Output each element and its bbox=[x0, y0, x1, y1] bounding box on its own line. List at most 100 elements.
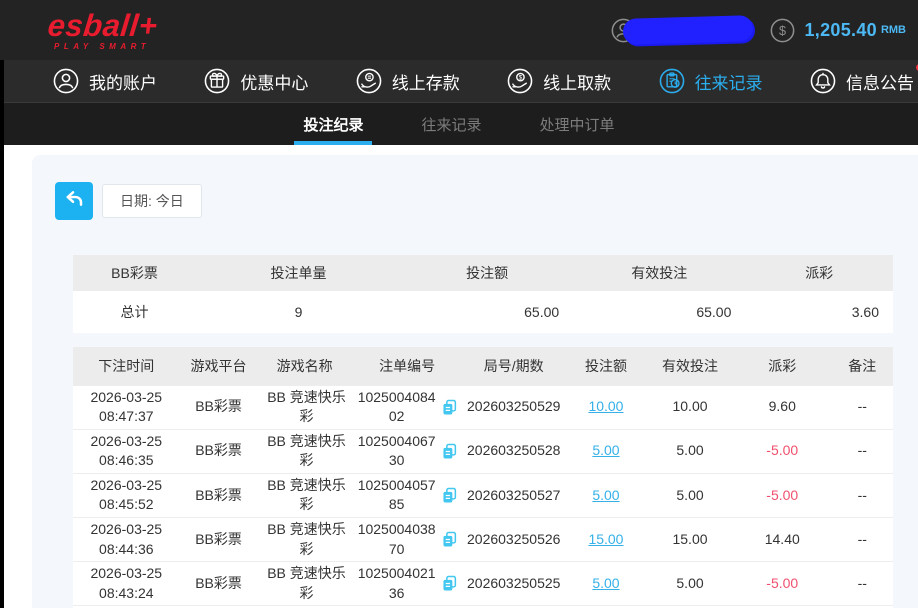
nav-item-label: 优惠中心 bbox=[240, 69, 308, 94]
bets-header-cell: 注单编号 bbox=[352, 347, 463, 385]
summary-value-cell: 3.60 bbox=[745, 291, 893, 333]
bet-round-cell: 202603250525 bbox=[462, 562, 565, 606]
summary-value-cell: 总计 bbox=[73, 291, 196, 333]
bet-clock: 08:47:37 bbox=[76, 407, 177, 427]
bets-header-cell: 下注时间 bbox=[73, 347, 180, 385]
balance-amount: 1,205.40 bbox=[804, 20, 876, 41]
username-redacted bbox=[623, 15, 754, 45]
bet-valid-cell: 5.00 bbox=[647, 473, 733, 517]
bet-time-cell: 2026-03-2508:46:35 bbox=[73, 429, 180, 473]
deposit-icon bbox=[355, 67, 383, 95]
brand-logo[interactable]: esball+ PLAY SMART bbox=[48, 10, 158, 51]
back-button[interactable] bbox=[55, 182, 93, 220]
bet-amount-link[interactable]: 5.00 bbox=[592, 442, 619, 458]
nav-item-1[interactable]: 我的账户 bbox=[52, 67, 157, 95]
bet-valid-cell: 5.00 bbox=[647, 429, 733, 473]
bet-game-cell: BB 竞速快乐彩 bbox=[257, 385, 351, 429]
table-row: 2026-03-2508:46:35BB彩票BB 竞速快乐彩1025004067… bbox=[73, 429, 893, 473]
order-number: 102500403870 bbox=[357, 520, 437, 559]
brand-logo-text: esball+ bbox=[46, 10, 159, 41]
user-icon bbox=[52, 67, 80, 95]
summary-table: BB彩票投注单量投注额有效投注派彩 总计965.0065.003.60 bbox=[73, 255, 893, 333]
bet-game-cell: BB 竞速快乐彩 bbox=[257, 518, 351, 562]
bet-game-cell: BB 竞速快乐彩 bbox=[257, 473, 351, 517]
table-row: 2026-03-2508:43:24BB彩票BB 竞速快乐彩1025004021… bbox=[73, 562, 893, 606]
summary-header-row: BB彩票投注单量投注额有效投注派彩 bbox=[73, 255, 893, 291]
nav-item-6[interactable]: 信息公告 bbox=[809, 67, 914, 95]
date-filter-chip[interactable]: 日期: 今日 bbox=[102, 184, 202, 218]
bet-game-name: BB 竞速快乐彩 bbox=[260, 476, 352, 515]
nav-item-5[interactable]: 往来记录 bbox=[658, 67, 763, 95]
bet-date: 2026-03-25 bbox=[76, 476, 177, 496]
bet-note-cell: -- bbox=[831, 562, 893, 606]
order-wrap: 102500408402 bbox=[355, 388, 460, 427]
bet-amount-cell: 10.00 bbox=[565, 385, 647, 429]
filter-row: 日期: 今日 bbox=[55, 182, 918, 220]
back-arrow-icon bbox=[63, 187, 86, 215]
bet-amount-cell: 15.00 bbox=[565, 518, 647, 562]
nav-item-label: 往来记录 bbox=[695, 69, 763, 94]
nav-item-3[interactable]: 线上存款 bbox=[355, 67, 460, 95]
bet-amount-cell: 5.00 bbox=[565, 562, 647, 606]
bet-clock: 08:44:36 bbox=[76, 540, 177, 560]
tab-3[interactable]: 处理中订单 bbox=[538, 103, 617, 145]
nav-item-4[interactable]: $线上取款 bbox=[506, 67, 611, 95]
records-panel: 日期: 今日 BB彩票投注单量投注额有效投注派彩 总计965.0065.003.… bbox=[32, 155, 918, 608]
bet-note-cell: -- bbox=[831, 429, 893, 473]
tab-2[interactable]: 往来记录 bbox=[419, 103, 483, 145]
bets-table: 下注时间游戏平台游戏名称注单编号局号/期数投注额有效投注派彩备注 2026-03… bbox=[73, 347, 893, 608]
bell-icon bbox=[809, 67, 837, 95]
bet-amount-link[interactable]: 5.00 bbox=[592, 575, 619, 591]
copy-icon[interactable] bbox=[441, 399, 458, 416]
bet-time-cell: 2026-03-2508:43:24 bbox=[73, 562, 180, 606]
date-filter-label: 日期: 今日 bbox=[120, 191, 184, 211]
bet-round-cell: 202603250527 bbox=[462, 473, 565, 517]
bet-amount-cell: 5.00 bbox=[565, 473, 647, 517]
tab-1[interactable]: 投注纪录 bbox=[301, 103, 365, 145]
table-row: 2026-03-2508:45:52BB彩票BB 竞速快乐彩1025004057… bbox=[73, 473, 893, 517]
order-wrap: 102500406730 bbox=[355, 432, 460, 471]
nav-item-2[interactable]: 优惠中心 bbox=[203, 67, 308, 95]
user-account-chip[interactable] bbox=[610, 17, 753, 44]
bet-round-cell: 202603250528 bbox=[462, 429, 565, 473]
bet-payout-cell: -5.00 bbox=[733, 473, 831, 517]
bet-round-cell: 202603250529 bbox=[462, 385, 565, 429]
bet-payout-cell: 9.60 bbox=[733, 385, 831, 429]
bet-order-cell: 102500403870 bbox=[352, 518, 463, 562]
bet-clock: 08:43:24 bbox=[76, 584, 177, 604]
bets-header-row: 下注时间游戏平台游戏名称注单编号局号/期数投注额有效投注派彩备注 bbox=[73, 347, 893, 385]
bets-header-cell: 游戏平台 bbox=[180, 347, 258, 385]
gift-icon bbox=[203, 67, 231, 95]
nav-item-label: 我的账户 bbox=[89, 69, 157, 94]
bet-note-cell: -- bbox=[831, 385, 893, 429]
order-number: 102500402136 bbox=[357, 564, 437, 603]
bet-amount-link[interactable]: 10.00 bbox=[588, 398, 623, 414]
bet-note-cell: -- bbox=[831, 518, 893, 562]
bet-payout-cell: -5.00 bbox=[733, 429, 831, 473]
bet-date: 2026-03-25 bbox=[76, 388, 177, 408]
bets-header-cell: 有效投注 bbox=[647, 347, 733, 385]
bet-amount-link[interactable]: 15.00 bbox=[588, 531, 623, 547]
bet-order-cell: 102500408402 bbox=[352, 385, 463, 429]
bet-valid-cell: 10.00 bbox=[647, 385, 733, 429]
balance-currency: RMB bbox=[881, 24, 906, 36]
bets-header-cell: 游戏名称 bbox=[257, 347, 351, 385]
bet-game-name: BB 竞速快乐彩 bbox=[260, 432, 352, 471]
balance-coin-icon[interactable]: $ bbox=[769, 17, 796, 44]
summary-header-cell: 有效投注 bbox=[573, 255, 745, 291]
bet-game-name: BB 竞速快乐彩 bbox=[260, 520, 352, 559]
copy-icon[interactable] bbox=[441, 443, 458, 460]
order-number: 102500406730 bbox=[357, 432, 437, 471]
order-number: 102500408402 bbox=[357, 388, 437, 427]
bets-body: 2026-03-2508:47:37BB彩票BB 竞速快乐彩1025004084… bbox=[73, 385, 893, 608]
order-wrap: 102500405785 bbox=[355, 476, 460, 515]
bet-order-cell: 102500405785 bbox=[352, 473, 463, 517]
bet-game-name: BB 竞速快乐彩 bbox=[260, 564, 352, 603]
copy-icon[interactable] bbox=[441, 575, 458, 592]
bet-game-cell: BB 竞速快乐彩 bbox=[257, 429, 351, 473]
copy-icon[interactable] bbox=[441, 487, 458, 504]
bet-order-cell: 102500406730 bbox=[352, 429, 463, 473]
bet-amount-link[interactable]: 5.00 bbox=[592, 487, 619, 503]
copy-icon[interactable] bbox=[441, 531, 458, 548]
window-edge bbox=[0, 0, 4, 608]
